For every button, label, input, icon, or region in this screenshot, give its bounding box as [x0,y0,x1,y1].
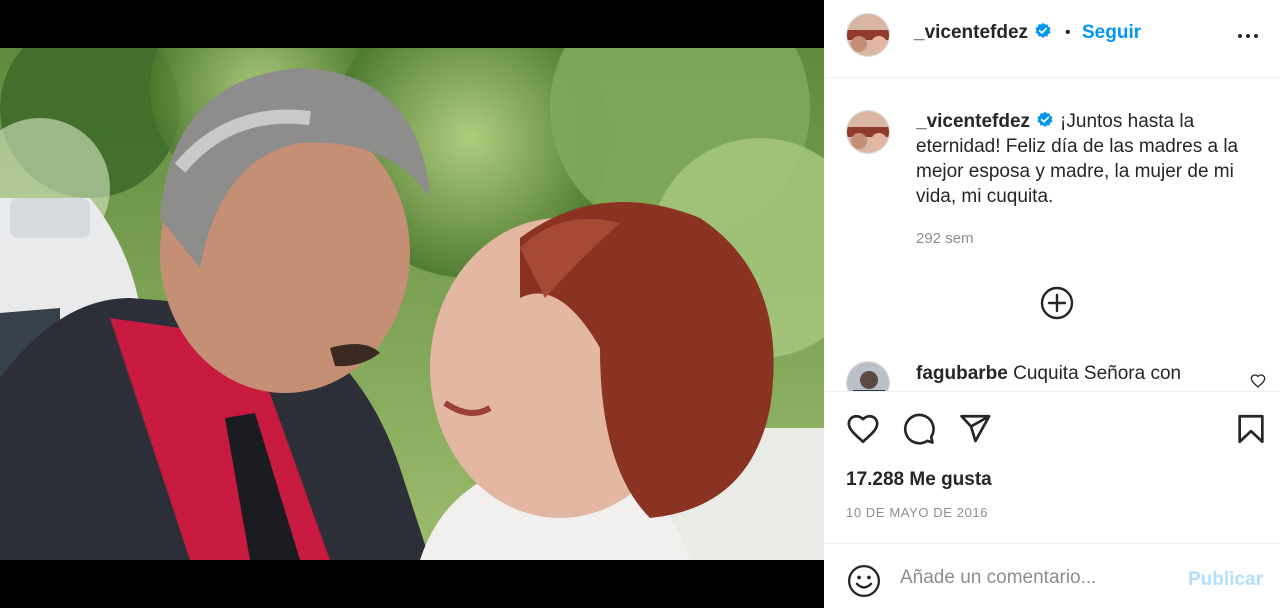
verified-badge-icon [1037,111,1053,128]
caption-username[interactable]: _vicentefdez [916,111,1030,132]
post-photo[interactable] [0,48,824,560]
comment-text: Cuquita Señora con [1013,363,1182,384]
emoji-icon[interactable] [847,564,881,598]
post-time[interactable]: 292 sem [916,230,974,247]
header-separator: • [1065,24,1071,41]
caption: _vicentefdez ¡Juntos hasta la eternidad! … [916,109,1266,209]
follow-button[interactable]: Seguir [1082,22,1141,44]
comment-avatar-image [847,362,889,391]
like-count[interactable]: 17.288 Me gusta [846,469,992,491]
comment-composer: Publicar [824,545,1280,608]
more-options-icon[interactable] [1236,24,1260,48]
avatar-image [847,14,889,56]
header-username-row: _vicentefdez [914,22,1052,44]
heart-icon[interactable] [846,412,880,446]
post-date[interactable]: 10 DE MAYO DE 2016 [846,505,988,520]
list-item: fagubarbe Cuquita Señora con [824,361,1280,391]
post-actions: 17.288 Me gusta 10 DE MAYO DE 2016 [824,391,1280,544]
comment-icon[interactable] [902,412,936,446]
comment-input[interactable] [900,563,1180,593]
plus-circle-icon[interactable] [1040,286,1074,320]
post-media [0,0,824,608]
verified-badge-icon [1035,22,1051,39]
bookmark-icon[interactable] [1234,412,1268,446]
comments-scroll-area[interactable]: _vicentefdez ¡Juntos hasta la eternidad! … [824,79,1280,391]
publish-button[interactable]: Publicar [1188,569,1263,591]
post-side-panel: _vicentefdez • Seguir _vicentefdez ¡Junto… [824,0,1280,608]
header-username[interactable]: _vicentefdez [914,22,1028,43]
comment-heart-icon[interactable] [1250,373,1266,389]
photo-illustration [0,48,824,560]
comment-username[interactable]: fagubarbe [916,363,1008,384]
caption-avatar[interactable] [846,110,890,154]
post-header: _vicentefdez • Seguir [824,0,1280,78]
comment-content: fagubarbe Cuquita Señora con [916,363,1181,385]
comment-avatar[interactable] [846,361,890,391]
send-icon[interactable] [958,412,992,446]
caption-avatar-image [847,111,889,153]
avatar[interactable] [846,13,890,57]
